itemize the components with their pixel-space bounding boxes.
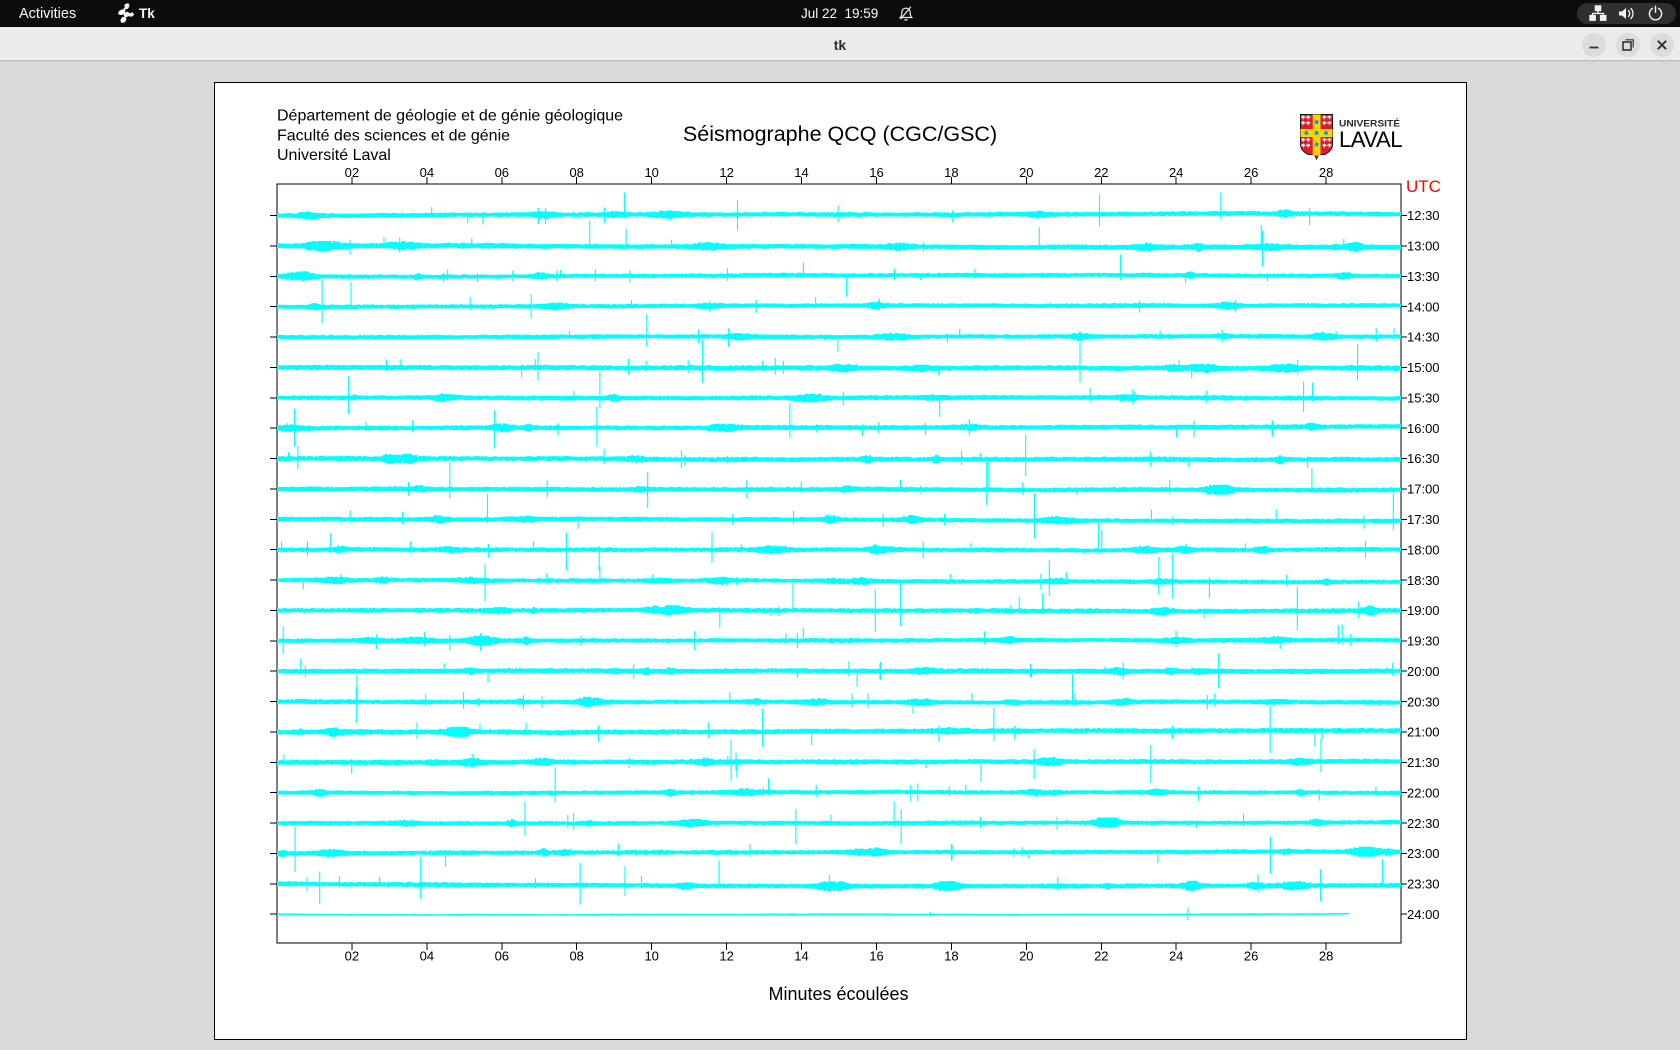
svg-text:22: 22 xyxy=(1094,949,1108,964)
svg-text:22:00: 22:00 xyxy=(1407,785,1440,800)
svg-text:26: 26 xyxy=(1244,949,1258,964)
svg-text:15:00: 15:00 xyxy=(1407,360,1440,375)
svg-text:16: 16 xyxy=(869,165,883,180)
svg-text:Faculté des sciences et de gén: Faculté des sciences et de génie xyxy=(277,127,510,144)
svg-text:23:00: 23:00 xyxy=(1407,846,1440,861)
svg-text:LAVAL: LAVAL xyxy=(1339,127,1402,152)
svg-text:14:30: 14:30 xyxy=(1407,330,1440,345)
svg-text:UTC: UTC xyxy=(1406,177,1441,196)
svg-text:17:00: 17:00 xyxy=(1407,482,1440,497)
svg-text:23:30: 23:30 xyxy=(1407,877,1440,892)
svg-text:22: 22 xyxy=(1094,165,1108,180)
svg-text:02: 02 xyxy=(345,949,359,964)
svg-text:28: 28 xyxy=(1319,949,1333,964)
svg-text:08: 08 xyxy=(569,949,583,964)
svg-text:14: 14 xyxy=(794,165,808,180)
svg-text:18: 18 xyxy=(944,165,958,180)
svg-text:04: 04 xyxy=(420,165,434,180)
svg-text:10: 10 xyxy=(644,165,658,180)
svg-text:12: 12 xyxy=(719,949,733,964)
svg-text:20:30: 20:30 xyxy=(1407,694,1440,709)
svg-text:18: 18 xyxy=(944,949,958,964)
svg-text:16: 16 xyxy=(869,949,883,964)
svg-text:13:00: 13:00 xyxy=(1407,239,1440,254)
svg-text:04: 04 xyxy=(420,949,434,964)
svg-text:06: 06 xyxy=(495,165,509,180)
svg-text:06: 06 xyxy=(495,949,509,964)
svg-text:Séismographe QCQ (CGC/GSC): Séismographe QCQ (CGC/GSC) xyxy=(683,122,997,146)
svg-text:18:00: 18:00 xyxy=(1407,542,1440,557)
svg-text:14:00: 14:00 xyxy=(1407,299,1440,314)
svg-text:19:00: 19:00 xyxy=(1407,603,1440,618)
svg-text:24: 24 xyxy=(1169,949,1183,964)
svg-text:28: 28 xyxy=(1319,165,1333,180)
svg-text:20: 20 xyxy=(1019,165,1033,180)
svg-text:17:30: 17:30 xyxy=(1407,512,1440,527)
svg-text:14: 14 xyxy=(794,949,808,964)
svg-text:20: 20 xyxy=(1019,949,1033,964)
svg-text:26: 26 xyxy=(1244,165,1258,180)
svg-text:15:30: 15:30 xyxy=(1407,391,1440,406)
svg-text:21:00: 21:00 xyxy=(1407,725,1440,740)
svg-text:10: 10 xyxy=(644,949,658,964)
svg-text:18:30: 18:30 xyxy=(1407,573,1440,588)
svg-text:24: 24 xyxy=(1169,165,1183,180)
svg-text:Minutes écoulées: Minutes écoulées xyxy=(768,984,908,1004)
svg-text:12: 12 xyxy=(719,165,733,180)
svg-text:16:00: 16:00 xyxy=(1407,421,1440,436)
svg-text:08: 08 xyxy=(569,165,583,180)
svg-text:02: 02 xyxy=(345,165,359,180)
svg-text:20:00: 20:00 xyxy=(1407,664,1440,679)
svg-text:19:30: 19:30 xyxy=(1407,634,1440,649)
svg-text:Université Laval: Université Laval xyxy=(277,147,391,164)
svg-text:16:30: 16:30 xyxy=(1407,451,1440,466)
svg-text:22:30: 22:30 xyxy=(1407,816,1440,831)
svg-text:21:30: 21:30 xyxy=(1407,755,1440,770)
svg-text:13:30: 13:30 xyxy=(1407,269,1440,284)
svg-text:12:30: 12:30 xyxy=(1407,208,1440,223)
svg-text:Département de géologie et de: Département de géologie et de génie géol… xyxy=(277,108,623,125)
svg-text:24:00: 24:00 xyxy=(1407,907,1440,922)
